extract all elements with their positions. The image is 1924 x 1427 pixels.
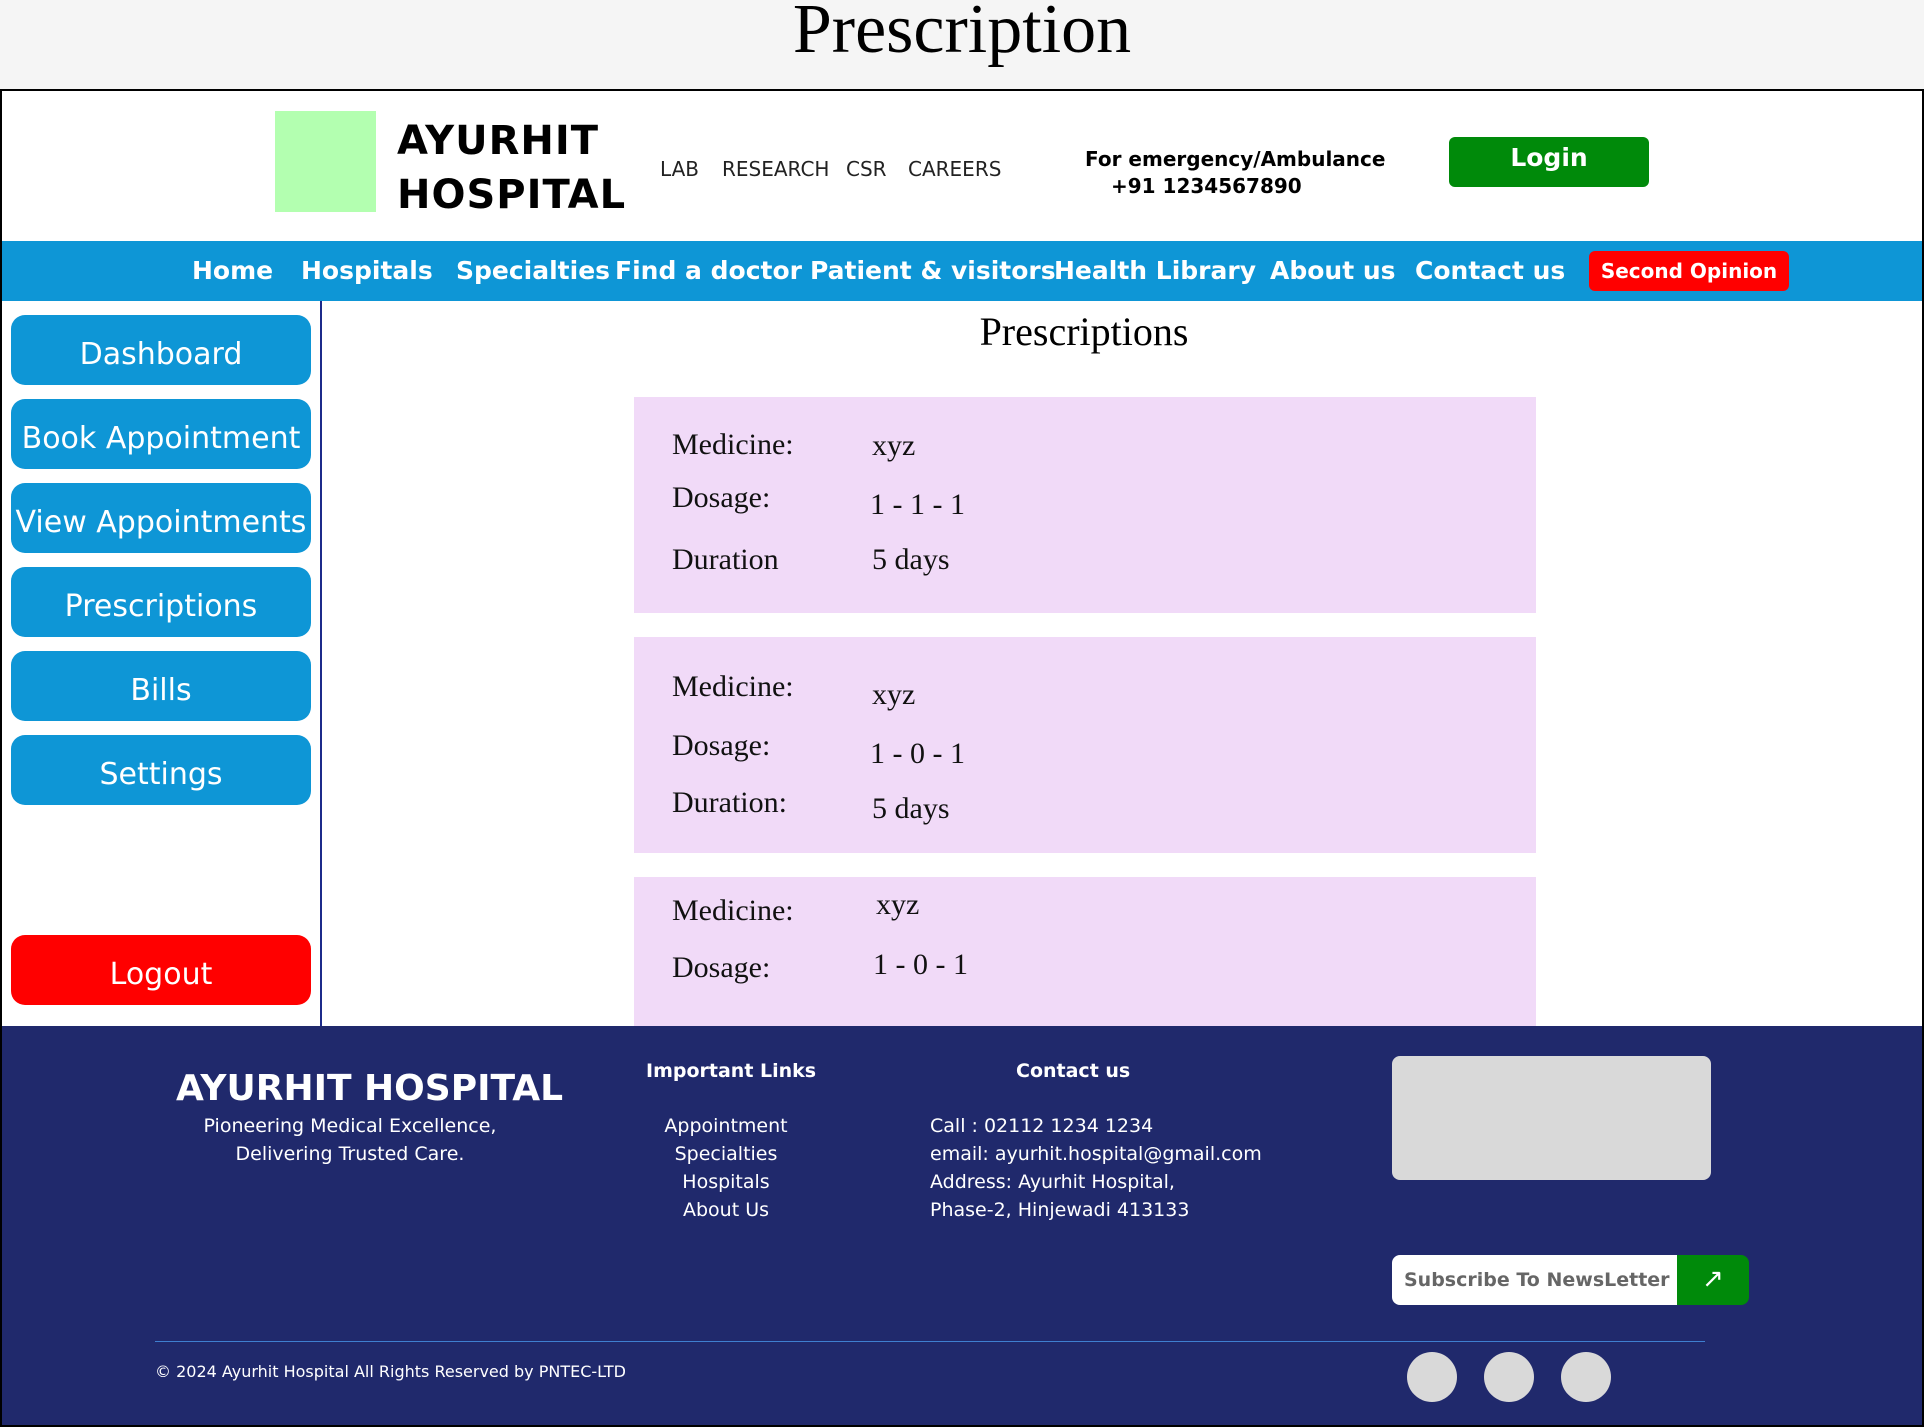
sidebar-item-book-appointment[interactable]: Book Appointment (11, 399, 311, 469)
arrow-up-right-icon: ↗ (1702, 1264, 1724, 1294)
footer-link-specialties[interactable]: Specialties (626, 1143, 826, 1165)
duration-value: 5 days (872, 543, 950, 576)
footer-links-heading: Important Links (646, 1060, 817, 1082)
sidebar-item-dashboard[interactable]: Dashboard (11, 315, 311, 385)
top-link-lab[interactable]: LAB (660, 157, 699, 181)
medicine-label: Medicine: (672, 428, 794, 461)
dosage-label: Dosage: (672, 481, 771, 514)
top-link-csr[interactable]: CSR (846, 157, 887, 181)
footer-link-about-us[interactable]: About Us (626, 1199, 826, 1221)
hospital-logo[interactable] (275, 111, 376, 212)
brand-name-line1: AYURHIT (397, 118, 600, 164)
sidebar-item-view-appointments[interactable]: View Appointments (11, 483, 311, 553)
brand-name-line2: HOSPITAL (397, 172, 627, 218)
duration-label: Duration: (672, 786, 787, 819)
nav-find-a-doctor[interactable]: Find a doctor (615, 256, 802, 285)
newsletter-input[interactable] (1392, 1255, 1682, 1305)
nav-home[interactable]: Home (192, 256, 273, 285)
footer-divider (155, 1341, 1705, 1342)
logout-button[interactable]: Logout (11, 935, 311, 1005)
footer-contact-address-1: Address: Ayurhit Hospital, (930, 1171, 1175, 1193)
nav-health-library[interactable]: Health Library (1054, 256, 1256, 285)
nav-patient-visitors[interactable]: Patient & visitors (810, 256, 1056, 285)
content-title: Prescriptions (979, 309, 1189, 354)
sidebar-item-bills[interactable]: Bills (11, 651, 311, 721)
dosage-value: 1 - 0 - 1 (873, 948, 968, 981)
footer-brand: AYURHIT HOSPITAL (176, 1068, 564, 1109)
second-opinion-button[interactable]: Second Opinion (1589, 251, 1789, 291)
dosage-label: Dosage: (672, 729, 771, 762)
emergency-label: For emergency/Ambulance (1085, 147, 1386, 171)
dosage-value: 1 - 0 - 1 (870, 737, 965, 770)
login-button[interactable]: Login (1449, 137, 1649, 187)
nav-hospitals[interactable]: Hospitals (301, 256, 433, 285)
footer-contact-heading: Contact us (1016, 1060, 1131, 1082)
top-link-careers[interactable]: CAREERS (908, 157, 1001, 181)
social-icon[interactable] (1561, 1352, 1611, 1402)
sidebar-item-prescriptions[interactable]: Prescriptions (11, 567, 311, 637)
nav-specialties[interactable]: Specialties (456, 256, 610, 285)
dosage-value: 1 - 1 - 1 (870, 488, 965, 521)
sidebar-divider (320, 301, 322, 1026)
social-icon[interactable] (1484, 1352, 1534, 1402)
newsletter-submit-button[interactable]: ↗ (1677, 1255, 1749, 1305)
footer-tagline-2: Delivering Trusted Care. (235, 1143, 465, 1165)
nav-about-us[interactable]: About us (1270, 256, 1396, 285)
emergency-phone: +91 1234567890 (1111, 174, 1302, 198)
footer-link-hospitals[interactable]: Hospitals (626, 1171, 826, 1193)
medicine-value: xyz (876, 888, 920, 921)
duration-label: Duration (672, 543, 779, 576)
social-icon[interactable] (1407, 1352, 1457, 1402)
duration-value: 5 days (872, 792, 950, 825)
medicine-value: xyz (872, 429, 916, 462)
top-link-research[interactable]: RESEARCH (722, 157, 829, 181)
dosage-label: Dosage: (672, 951, 771, 984)
nav-contact-us[interactable]: Contact us (1415, 256, 1565, 285)
page-caption: Prescription (792, 0, 1132, 68)
footer-contact-email[interactable]: email: ayurhit.hospital@gmail.com (930, 1143, 1262, 1165)
footer-tagline-1: Pioneering Medical Excellence, (203, 1115, 497, 1137)
sidebar-item-settings[interactable]: Settings (11, 735, 311, 805)
footer-link-appointment[interactable]: Appointment (626, 1115, 826, 1137)
footer-map-placeholder[interactable] (1392, 1056, 1711, 1180)
medicine-label: Medicine: (672, 894, 794, 927)
medicine-value: xyz (872, 678, 916, 711)
footer-contact-address-2: Phase-2, Hinjewadi 413133 (930, 1199, 1190, 1221)
medicine-label: Medicine: (672, 670, 794, 703)
footer-copyright: © 2024 Ayurhit Hospital All Rights Reser… (155, 1362, 626, 1381)
footer-contact-call: Call : 02112 1234 1234 (930, 1115, 1154, 1137)
